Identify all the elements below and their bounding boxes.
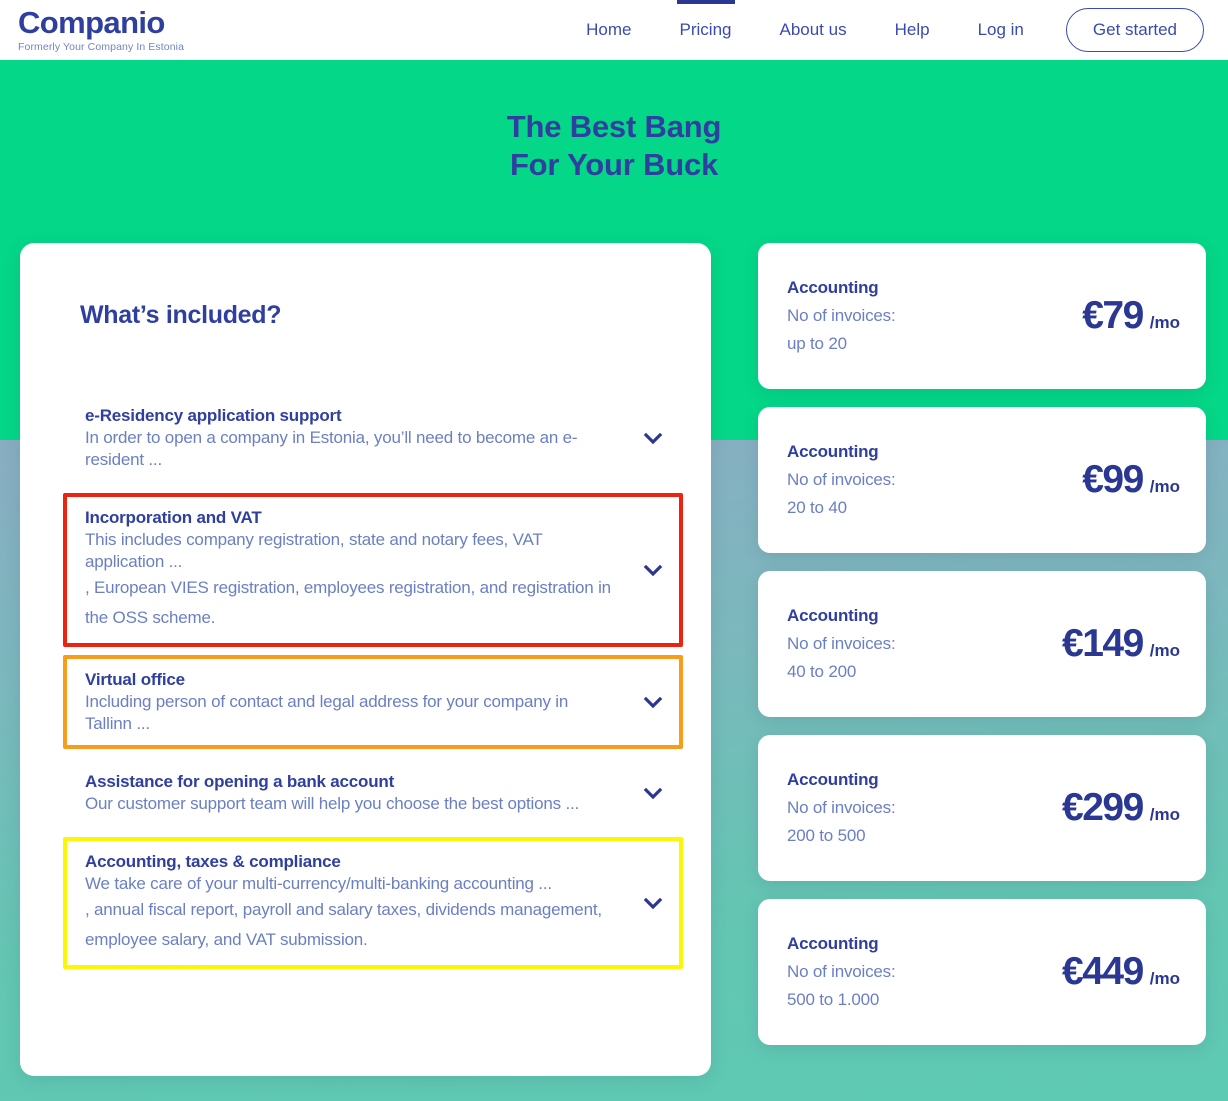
pricing-invoices-label: No of invoices: [787,634,896,653]
nav-link-about-us[interactable]: About us [755,0,870,60]
nav-link-help[interactable]: Help [871,0,954,60]
pricing-card-details: Accounting No of invoices: up to 20 [787,274,987,358]
logo-tagline: Formerly Your Company In Estonia [18,41,185,53]
whats-included-heading: What’s included? [80,301,282,329]
accordion-item[interactable]: Assistance for opening a bank account Our… [63,757,683,829]
accordion-item-title: Assistance for opening a bank account [85,772,395,791]
accordion-item-title: Virtual office [85,670,185,689]
pricing-price-value: €99 [1082,458,1144,501]
nav-link-home[interactable]: Home [562,0,655,60]
hero-line-2: For Your Buck [509,147,719,182]
pricing-price-value: €79 [1082,294,1144,337]
pricing-amount: €99/mo [1082,458,1180,502]
pricing-invoices-label: No of invoices: [787,798,896,817]
pricing-invoices-label: No of invoices: [787,962,896,981]
accordion-item-description: In order to open a company in Estonia, y… [85,428,578,469]
nav-link-pricing[interactable]: Pricing [656,0,756,60]
pricing-invoices-range: 40 to 200 [787,662,857,681]
accordion-item-description: Our customer support team will help you … [85,794,580,813]
pricing-plan-name: Accounting [787,442,879,461]
pricing-card-details: Accounting No of invoices: 500 to 1.000 [787,930,987,1014]
pricing-card[interactable]: Accounting No of invoices: 500 to 1.000 €44… [758,899,1206,1045]
logo-wordmark: Companio [18,5,165,40]
pricing-price-value: €299 [1062,786,1144,829]
get-started-button[interactable]: Get started [1065,8,1204,52]
pricing-plan-name: Accounting [787,606,879,625]
hero-section: The Best Bang For Your Buck [0,108,1228,184]
chevron-down-icon[interactable] [641,891,665,915]
accordion-item-description: We take care of your multi-currency/mult… [85,874,552,893]
accordion-list: e-Residency application support In order … [63,391,683,977]
pricing-invoices-range: up to 20 [787,334,847,353]
pricing-amount: €79/mo [1082,294,1180,338]
main-navigation: Home Pricing About us Help Log in Get started [562,0,1214,60]
accordion-item[interactable]: Incorporation and VAT This includes compa… [63,493,683,647]
pricing-period: /mo [1149,313,1180,332]
pricing-plan-name: Accounting [787,278,879,297]
accordion-item-description: This includes company registration, stat… [85,530,543,571]
accordion-item-extra-text: , European VIES registration, employees … [85,578,611,627]
nav-link-log-in[interactable]: Log in [954,0,1048,60]
pricing-invoices-range: 200 to 500 [787,826,866,845]
chevron-down-icon[interactable] [641,558,665,582]
pricing-card-details: Accounting No of invoices: 200 to 500 [787,766,987,850]
pricing-period: /mo [1149,477,1180,496]
hero-line-1: The Best Bang [506,109,722,144]
accordion-item-title: Accounting, taxes & compliance [85,852,341,871]
pricing-invoices-range: 500 to 1.000 [787,990,880,1009]
accordion-item-description: Including person of contact and legal ad… [85,692,569,733]
site-header: Companio Formerly Your Company In Estoni… [0,0,1228,60]
accordion-item[interactable]: Virtual office Including person of contac… [63,655,683,749]
chevron-down-icon[interactable] [641,426,665,450]
pricing-amount: €149/mo [1062,622,1180,666]
accordion-item-extra-text: , annual fiscal report, payroll and sala… [85,900,602,949]
pricing-amount: €299/mo [1062,786,1180,830]
pricing-invoices-label: No of invoices: [787,306,896,325]
chevron-down-icon[interactable] [641,781,665,805]
pricing-amount: €449/mo [1062,950,1180,994]
pricing-card[interactable]: Accounting No of invoices: 40 to 200 €149/m… [758,571,1206,717]
pricing-card[interactable]: Accounting No of invoices: up to 20 €79/mo [758,243,1206,389]
pricing-card-list: Accounting No of invoices: up to 20 €79/mo A… [758,243,1206,1063]
pricing-invoices-range: 20 to 40 [787,498,847,517]
pricing-price-value: €149 [1062,622,1144,665]
pricing-plan-name: Accounting [787,770,879,789]
pricing-plan-name: Accounting [787,934,879,953]
pricing-card[interactable]: Accounting No of invoices: 20 to 40 €99/mo [758,407,1206,553]
accordion-item[interactable]: e-Residency application support In order … [63,391,683,485]
whats-included-panel: What’s included? e-Residency application… [20,243,711,1076]
accordion-item-title: Incorporation and VAT [85,508,262,527]
pricing-card-details: Accounting No of invoices: 20 to 40 [787,438,987,522]
logo[interactable]: Companio Formerly Your Company In Estoni… [18,6,184,54]
pricing-card-details: Accounting No of invoices: 40 to 200 [787,602,987,686]
pricing-price-value: €449 [1062,950,1144,993]
pricing-period: /mo [1149,805,1180,824]
page-title: The Best Bang For Your Buck [0,108,1228,184]
pricing-period: /mo [1149,641,1180,660]
chevron-down-icon[interactable] [641,690,665,714]
accordion-item-title: e-Residency application support [85,406,342,425]
accordion-item[interactable]: Accounting, taxes & compliance We take ca… [63,837,683,969]
pricing-card[interactable]: Accounting No of invoices: 200 to 500 €299/… [758,735,1206,881]
pricing-invoices-label: No of invoices: [787,470,896,489]
pricing-period: /mo [1149,969,1180,988]
